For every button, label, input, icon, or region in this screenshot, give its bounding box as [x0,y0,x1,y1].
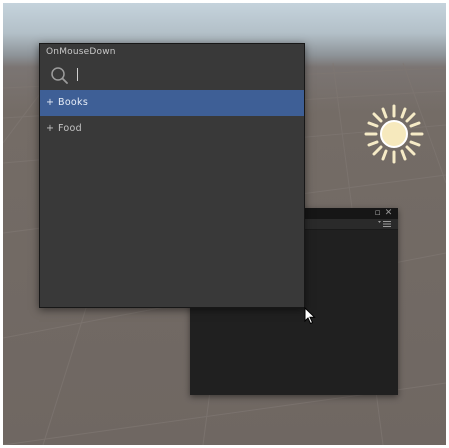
list-item-label: Food [58,123,82,134]
sun-icon[interactable] [362,102,426,166]
list-item-label: Books [58,97,89,108]
text-caret [77,68,78,81]
result-list: + Books + Food [40,90,304,142]
menu-icon[interactable] [378,220,392,228]
popup-title: OnMouseDown [46,47,116,57]
expand-icon: + [46,123,54,134]
list-item-food[interactable]: + Food [40,116,304,142]
search-popup[interactable]: OnMouseDown + Books + Food [39,43,305,308]
expand-icon: + [46,97,54,108]
mouse-cursor-icon [304,307,316,325]
search-icon [51,67,68,84]
close-button[interactable]: ✕ [384,209,393,218]
search-input[interactable] [72,66,292,82]
search-row[interactable] [40,62,304,88]
list-item-books[interactable]: + Books [40,90,304,116]
maximize-button[interactable]: ▫ [373,209,382,218]
